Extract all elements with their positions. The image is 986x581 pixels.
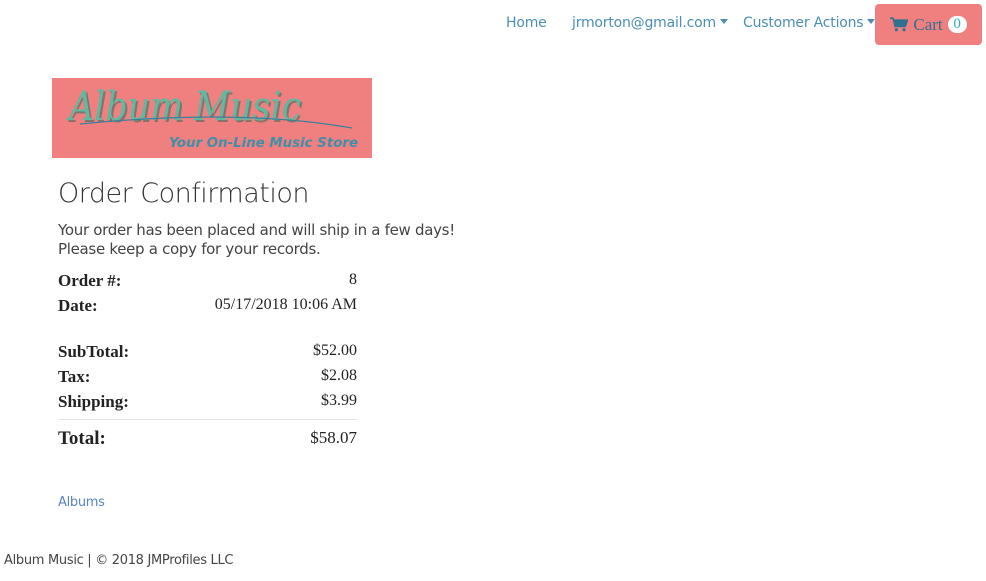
albums-link[interactable]: Albums — [58, 495, 105, 510]
nav-customer-actions-dropdown[interactable]: Customer Actions — [743, 15, 876, 31]
logo-title: Album Music — [66, 84, 301, 130]
page-title: Order Confirmation — [58, 178, 310, 209]
total-label: Total: — [58, 428, 106, 449]
subtotal-label: SubTotal: — [58, 342, 130, 361]
message-line-2: Please keep a copy for your records. — [58, 240, 321, 258]
confirmation-message: Your order has been placed and will ship… — [58, 221, 455, 259]
total-divider — [58, 419, 357, 420]
footer-text: Album Music | © 2018 JMProfiles LLC — [4, 553, 234, 568]
message-line-1: Your order has been placed and will ship… — [58, 221, 455, 239]
shopping-cart-icon — [890, 17, 909, 32]
logo-tagline: Your On-Line Music Store — [169, 136, 358, 151]
total-value: $58.07 — [310, 428, 357, 447]
nav-home-link[interactable]: Home — [506, 15, 547, 31]
page: Home jrmorton@gmail.com Customer Actions… — [0, 0, 986, 581]
order-number-value: 8 — [349, 271, 357, 288]
order-number-label: Order #: — [58, 271, 122, 290]
chevron-down-icon — [719, 19, 728, 24]
nav-user-label: jrmorton@gmail.com — [572, 15, 716, 31]
order-date-label: Date: — [58, 296, 98, 315]
tax-label: Tax: — [58, 367, 91, 386]
shipping-value: $3.99 — [321, 392, 357, 409]
logo-graphic: Album Music Album Music Your On-Line Mus… — [66, 84, 359, 151]
cart-label: Cart — [913, 14, 943, 34]
nav-customer-actions-label: Customer Actions — [743, 15, 864, 31]
album-music-logo: Album Music Album Music Your On-Line Mus… — [52, 78, 372, 158]
cart-button[interactable]: Cart 0 — [875, 4, 982, 45]
subtotal-value: $52.00 — [313, 342, 357, 359]
order-date-value: 05/17/2018 10:06 AM — [214, 296, 357, 313]
tax-value: $2.08 — [321, 367, 357, 384]
nav-user-dropdown[interactable]: jrmorton@gmail.com — [572, 15, 728, 31]
cart-count-badge: 0 — [947, 16, 967, 33]
shipping-label: Shipping: — [58, 392, 129, 411]
